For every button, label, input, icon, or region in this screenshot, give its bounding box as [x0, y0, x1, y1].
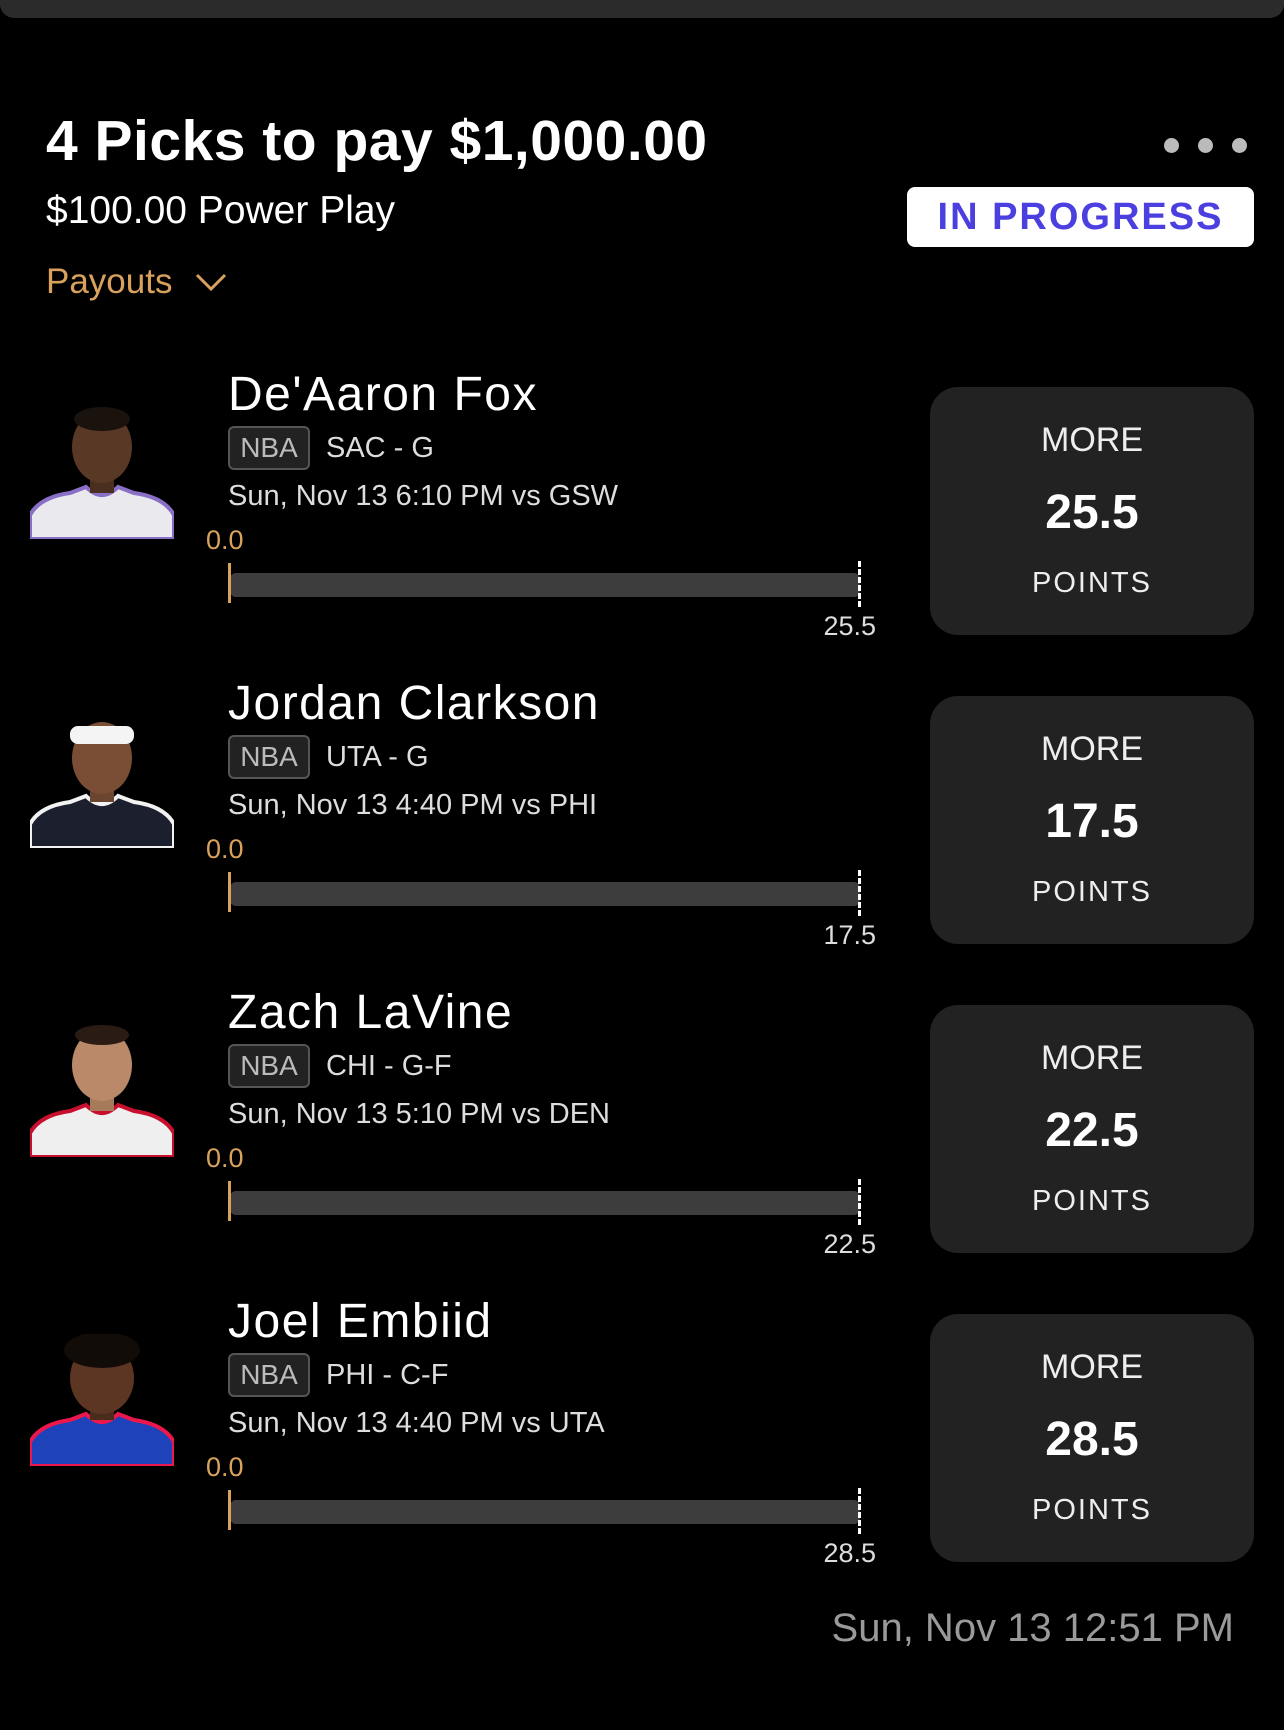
player-avatar: [30, 716, 174, 848]
player-photo: [30, 1334, 174, 1466]
more-options-icon[interactable]: [1164, 138, 1247, 153]
player-name: Jordan Clarkson: [228, 677, 600, 730]
line-stat: POINTS: [1032, 1185, 1152, 1217]
game-info: Sun, Nov 13 4:40 PM vs UTA: [228, 1407, 605, 1439]
team-position: SAC - G: [326, 432, 434, 464]
progress-indicator: [228, 1490, 231, 1530]
payouts-toggle[interactable]: Payouts: [46, 262, 228, 302]
line-card[interactable]: MORE 17.5 POINTS: [930, 696, 1254, 944]
chevron-down-icon: [196, 273, 227, 292]
team-position: PHI - C-F: [326, 1359, 449, 1391]
line-stat: POINTS: [1032, 1494, 1152, 1526]
target-marker: [858, 870, 861, 916]
progress-track: [230, 882, 860, 906]
entry-timestamp: Sun, Nov 13 12:51 PM: [831, 1606, 1234, 1650]
pick-card[interactable]: Jordan Clarkson NBA UTA - G Sun, Nov 13 …: [0, 676, 1284, 956]
target-marker: [858, 1488, 861, 1534]
player-photo: [30, 1025, 174, 1157]
line-direction: MORE: [1041, 1348, 1143, 1386]
current-stat-value: 0.0: [206, 525, 244, 555]
target-label: 17.5: [823, 920, 876, 950]
payouts-label: Payouts: [46, 262, 173, 301]
team-position: UTA - G: [326, 741, 429, 773]
current-stat-value: 0.0: [206, 1452, 244, 1482]
target-marker: [858, 561, 861, 607]
top-sheet-edge: [0, 0, 1284, 18]
team-position: CHI - G-F: [326, 1050, 452, 1082]
line-stat: POINTS: [1032, 567, 1152, 599]
current-stat-value: 0.0: [206, 1143, 244, 1173]
target-label: 28.5: [823, 1538, 876, 1568]
progress-indicator: [228, 1181, 231, 1221]
line-direction: MORE: [1041, 730, 1143, 768]
player-avatar: [30, 1025, 174, 1157]
entry-subtitle: $100.00 Power Play: [46, 189, 396, 232]
line-direction: MORE: [1041, 1039, 1143, 1077]
line-card[interactable]: MORE 22.5 POINTS: [930, 1005, 1254, 1253]
player-name: Joel Embiid: [228, 1295, 493, 1348]
line-stat: POINTS: [1032, 876, 1152, 908]
line-value: 17.5: [1045, 795, 1139, 848]
player-photo: [30, 407, 174, 539]
line-card[interactable]: MORE 25.5 POINTS: [930, 387, 1254, 635]
entry-title: 4 Picks to pay $1,000.00: [46, 109, 708, 173]
current-stat-value: 0.0: [206, 834, 244, 864]
line-value: 22.5: [1045, 1104, 1139, 1157]
player-name: De'Aaron Fox: [228, 368, 538, 421]
player-avatar: [30, 407, 174, 539]
progress-track: [230, 1191, 860, 1215]
line-value: 25.5: [1045, 486, 1139, 539]
league-badge: NBA: [228, 1353, 310, 1397]
line-direction: MORE: [1041, 421, 1143, 459]
pick-card[interactable]: Joel Embiid NBA PHI - C-F Sun, Nov 13 4:…: [0, 1294, 1284, 1574]
player-avatar: [30, 1334, 174, 1466]
target-label: 25.5: [823, 611, 876, 641]
progress-indicator: [228, 563, 231, 603]
pick-card[interactable]: De'Aaron Fox NBA SAC - G Sun, Nov 13 6:1…: [0, 367, 1284, 647]
league-badge: NBA: [228, 426, 310, 470]
pick-card[interactable]: Zach LaVine NBA CHI - G-F Sun, Nov 13 5:…: [0, 985, 1284, 1265]
game-info: Sun, Nov 13 5:10 PM vs DEN: [228, 1098, 610, 1130]
player-photo: [30, 722, 174, 848]
game-info: Sun, Nov 13 4:40 PM vs PHI: [228, 789, 598, 821]
status-badge: IN PROGRESS: [907, 187, 1254, 247]
league-badge: NBA: [228, 1044, 310, 1088]
player-name: Zach LaVine: [228, 986, 514, 1039]
target-label: 22.5: [823, 1229, 876, 1259]
progress-track: [230, 1500, 860, 1524]
progress-indicator: [228, 872, 231, 912]
game-info: Sun, Nov 13 6:10 PM vs GSW: [228, 480, 619, 512]
progress-track: [230, 573, 860, 597]
line-value: 28.5: [1045, 1413, 1139, 1466]
league-badge: NBA: [228, 735, 310, 779]
line-card[interactable]: MORE 28.5 POINTS: [930, 1314, 1254, 1562]
target-marker: [858, 1179, 861, 1225]
